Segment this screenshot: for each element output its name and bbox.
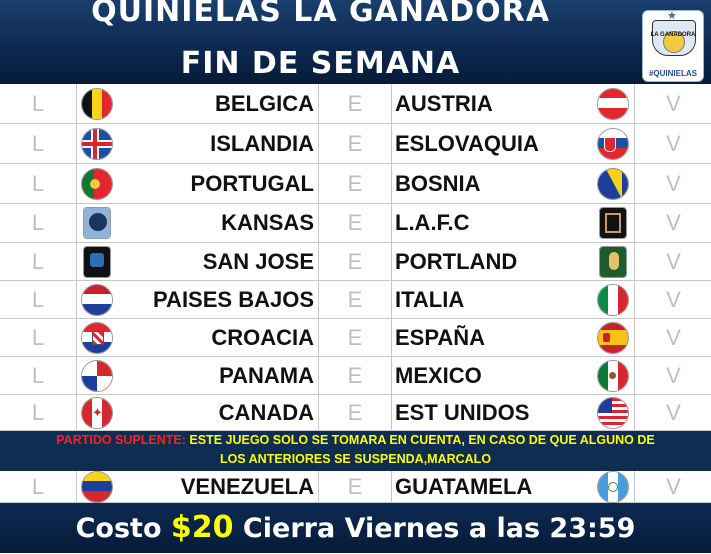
match-row: L CROACIA E ESPAÑA V — [0, 319, 711, 357]
match-row: L ISLANDIA E ESLOVAQUIA V — [0, 124, 711, 164]
pick-empate-1[interactable]: E — [318, 124, 392, 163]
match-row: L PANAMA E MEXICO V — [0, 357, 711, 395]
pick-local-5[interactable]: L — [0, 281, 77, 318]
away-team: GUATAMELA — [395, 473, 533, 499]
pick-visita-9[interactable]: V — [636, 471, 711, 502]
away-team: ESLOVAQUIA — [395, 130, 539, 156]
pick-local-2[interactable]: L — [0, 164, 77, 203]
home-team: SAN JOSE — [202, 248, 314, 274]
sporting-kc-crest-icon — [83, 207, 111, 239]
austria-flag-icon — [597, 87, 629, 120]
logo-star-icon: ★ — [667, 10, 677, 22]
home-team: BELGICA — [215, 90, 314, 116]
panama-flag-icon — [81, 359, 113, 392]
pick-local-1[interactable]: L — [0, 124, 77, 163]
pick-local-3[interactable]: L — [0, 204, 77, 242]
pick-empate-9[interactable]: E — [318, 471, 392, 502]
away-team: AUSTRIA — [395, 90, 493, 116]
page-subtitle: FIN DE SEMANA — [180, 46, 461, 81]
portland-timbers-crest-icon — [599, 245, 627, 278]
spain-flag-icon — [597, 321, 629, 354]
footer-pre: Costo — [75, 513, 171, 544]
home-team: CROACIA — [211, 324, 314, 350]
match-row: L BELGICA E AUSTRIA V — [0, 84, 711, 124]
pick-empate-3[interactable]: E — [318, 204, 392, 242]
home-team: PAISES BAJOS — [153, 286, 314, 312]
away-team: EST UNIDOS — [395, 399, 530, 425]
pick-local-6[interactable]: L — [0, 319, 77, 356]
away-team: PORTLAND — [395, 248, 518, 274]
substitute-text-2: LOS ANTERIORES SE SUSPENDA,MARCALO — [219, 452, 492, 466]
croatia-flag-icon — [81, 321, 113, 354]
substitute-text: ESTE JUEGO SOLO SE TOMARA EN CUENTA, EN … — [185, 433, 655, 447]
pick-empate-6[interactable]: E — [318, 319, 392, 356]
home-team: CANADA — [218, 399, 314, 425]
substitute-match-row: L VENEZUELA E GUATAMELA V — [0, 470, 711, 503]
away-team: MEXICO — [395, 362, 482, 388]
pick-local-0[interactable]: L — [0, 84, 77, 123]
guatemala-flag-icon — [597, 470, 629, 503]
match-row: L KANSAS E L.A.F.C V — [0, 204, 711, 243]
pick-local-8[interactable]: L — [0, 395, 77, 430]
away-team: ITALIA — [395, 286, 465, 312]
italy-flag-icon — [597, 283, 629, 316]
price-label: $20 — [170, 510, 234, 545]
page-title: QUINIELAS LA GANADORA — [91, 0, 550, 29]
pick-visita-5[interactable]: V — [636, 281, 711, 318]
home-team: KANSAS — [221, 210, 314, 235]
mexico-flag-icon — [597, 359, 629, 392]
venezuela-flag-icon — [81, 470, 113, 503]
lafc-crest-icon — [599, 207, 627, 239]
pick-empate-4[interactable]: E — [318, 243, 392, 280]
portugal-flag-icon — [81, 167, 113, 200]
pick-visita-1[interactable]: V — [636, 124, 711, 163]
pick-local-7[interactable]: L — [0, 357, 77, 394]
pick-visita-3[interactable]: V — [636, 204, 711, 242]
match-row: L PORTUGAL E BOSNIA V — [0, 164, 711, 204]
slovakia-flag-icon — [597, 127, 629, 160]
substitute-label: PARTIDO SUPLENTE: — [56, 433, 186, 447]
pick-visita-0[interactable]: V — [636, 84, 711, 123]
footer-post: Cierra Viernes a las 23:59 — [233, 513, 636, 544]
away-team: ESPAÑA — [395, 324, 486, 350]
away-team: BOSNIA — [395, 170, 481, 196]
pick-visita-7[interactable]: V — [636, 357, 711, 394]
logo-text: LA GANADORA — [650, 32, 696, 38]
iceland-flag-icon — [81, 127, 113, 160]
brand-logo: ★ LA GANADORA #QUINIELAS — [642, 10, 704, 82]
match-row: L SAN JOSE E PORTLAND V — [0, 243, 711, 281]
netherlands-flag-icon — [81, 283, 113, 316]
belgium-flag-icon — [81, 87, 113, 120]
pick-empate-7[interactable]: E — [318, 357, 392, 394]
match-row: L ✦ CANADA E EST UNIDOS V — [0, 395, 711, 431]
pick-local-9[interactable]: L — [0, 471, 77, 502]
substitute-notice: PARTIDO SUPLENTE: ESTE JUEGO SOLO SE TOM… — [0, 431, 711, 471]
pick-visita-8[interactable]: V — [636, 395, 711, 430]
match-row: L PAISES BAJOS E ITALIA V — [0, 281, 711, 319]
home-team: PORTUGAL — [190, 170, 314, 196]
pick-empate-2[interactable]: E — [318, 164, 392, 203]
pick-visita-2[interactable]: V — [636, 164, 711, 203]
pick-empate-5[interactable]: E — [318, 281, 392, 318]
header-banner: QUINIELAS LA GANADORA FIN DE SEMANA ★ LA… — [0, 0, 711, 84]
home-team: VENEZUELA — [180, 473, 314, 499]
usa-flag-icon — [597, 396, 629, 429]
san-jose-quakes-crest-icon — [83, 245, 111, 278]
bosnia-flag-icon — [597, 167, 629, 200]
pick-empate-0[interactable]: E — [318, 84, 392, 123]
pick-local-4[interactable]: L — [0, 243, 77, 280]
logo-hashtag: #QUINIELAS — [648, 69, 697, 78]
pick-visita-6[interactable]: V — [636, 319, 711, 356]
home-team: ISLANDIA — [210, 130, 314, 156]
pick-visita-4[interactable]: V — [636, 243, 711, 280]
footer-banner: Costo $20 Cierra Viernes a las 23:59 — [0, 503, 711, 553]
away-team: L.A.F.C — [395, 210, 470, 235]
pick-empate-8[interactable]: E — [318, 395, 392, 430]
home-team: PANAMA — [219, 362, 314, 388]
canada-flag-icon: ✦ — [81, 396, 113, 429]
